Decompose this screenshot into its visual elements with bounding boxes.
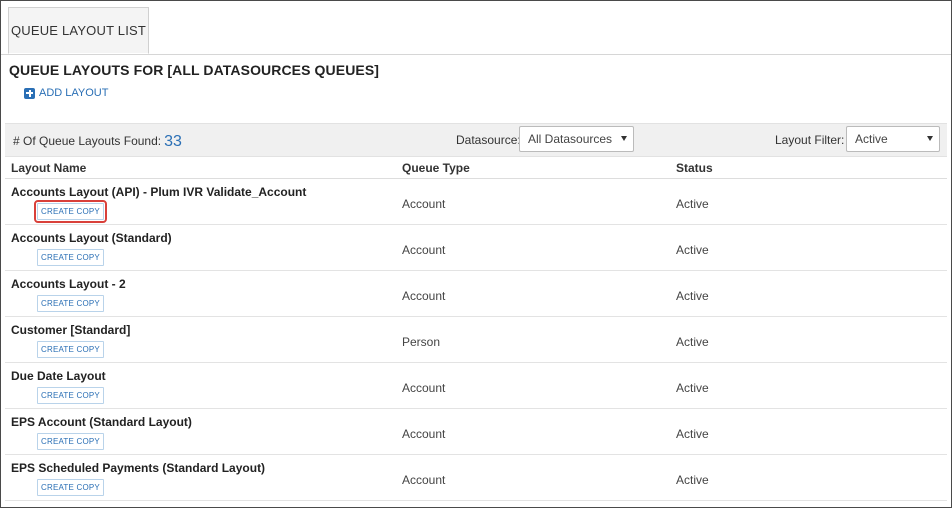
page-title: QUEUE LAYOUTS FOR [ALL DATASOURCES QUEUE… — [9, 62, 380, 78]
chevron-down-icon — [621, 136, 627, 141]
create-copy-button[interactable]: CREATE COPY — [37, 433, 104, 450]
layout-name: EPS Account (Standard Layout) — [11, 415, 192, 429]
table-row: EPS Account (Standard Layout) CREATE COP… — [5, 409, 947, 455]
queue-type: Account — [402, 473, 446, 487]
plus-icon — [24, 87, 35, 99]
layout-name: Accounts Layout (Standard) — [11, 231, 172, 245]
queue-type: Account — [402, 243, 446, 257]
filter-bar: # Of Queue Layouts Found: 33 Datasource: … — [5, 123, 947, 157]
status: Active — [676, 473, 709, 487]
queue-type: Account — [402, 381, 446, 395]
layouts-found-count: 33 — [164, 133, 182, 150]
status: Active — [676, 243, 709, 257]
layout-filter-label: Layout Filter: — [775, 133, 845, 147]
window-frame: QUEUE LAYOUT LIST QUEUE LAYOUTS FOR [ALL… — [0, 0, 952, 508]
status: Active — [676, 427, 709, 441]
datasource-select[interactable]: All Datasources — [519, 126, 634, 152]
tab-label: QUEUE LAYOUT LIST — [10, 23, 147, 38]
table-row: EPS Scheduled Payments (Standard Layout)… — [5, 455, 947, 501]
layouts-found-label: # Of Queue Layouts Found: — [13, 134, 162, 148]
tab-queue-layout-list[interactable]: QUEUE LAYOUT LIST — [8, 7, 149, 54]
column-header-queue-type: Queue Type — [402, 161, 470, 175]
layout-name: Accounts Layout (API) - Plum IVR Validat… — [11, 185, 307, 199]
add-layout-label: ADD LAYOUT — [39, 87, 109, 99]
create-copy-button[interactable]: CREATE COPY — [37, 479, 104, 496]
create-copy-button[interactable]: CREATE COPY — [37, 341, 104, 358]
queue-type: Account — [402, 289, 446, 303]
table-row: Due Date Layout CREATE COPY Account Acti… — [5, 363, 947, 409]
queue-type: Account — [402, 427, 446, 441]
layouts-found: # Of Queue Layouts Found: 33 — [13, 132, 182, 150]
add-layout-button[interactable]: ADD LAYOUT — [24, 87, 108, 99]
table-row: Accounts Layout - 2 CREATE COPY Account … — [5, 271, 947, 317]
status: Active — [676, 197, 709, 211]
status: Active — [676, 381, 709, 395]
layout-filter-select[interactable]: Active — [846, 126, 940, 152]
status: Active — [676, 335, 709, 349]
layout-name: Accounts Layout - 2 — [11, 277, 126, 291]
create-copy-button[interactable]: CREATE COPY — [37, 295, 104, 312]
column-header-layout-name: Layout Name — [11, 161, 87, 175]
table-row: Customer [Standard] CREATE COPY Person A… — [5, 317, 947, 363]
table-row: Accounts Layout (API) - Plum IVR Validat… — [5, 179, 947, 225]
create-copy-button[interactable]: CREATE COPY — [34, 200, 107, 223]
create-copy-button[interactable]: CREATE COPY — [37, 387, 104, 404]
tab-bar: QUEUE LAYOUT LIST — [1, 1, 951, 55]
layout-name: Due Date Layout — [11, 369, 106, 383]
table-row: Accounts Layout (Standard) CREATE COPY A… — [5, 225, 947, 271]
status: Active — [676, 289, 709, 303]
table-header: Layout Name Queue Type Status — [5, 156, 947, 179]
layout-name: EPS Scheduled Payments (Standard Layout) — [11, 461, 266, 475]
column-header-status: Status — [676, 161, 713, 175]
queue-type: Account — [402, 197, 446, 211]
create-copy-button[interactable]: CREATE COPY — [37, 249, 104, 266]
datasource-select-value: All Datasources — [528, 132, 613, 146]
queue-type: Person — [402, 335, 441, 349]
chevron-down-icon — [927, 136, 933, 141]
datasource-label: Datasource: — [456, 133, 521, 147]
layout-filter-select-value: Active — [855, 132, 888, 146]
layout-name: Customer [Standard] — [11, 323, 131, 337]
queue-layout-table: Layout Name Queue Type Status Accounts L… — [5, 156, 947, 501]
